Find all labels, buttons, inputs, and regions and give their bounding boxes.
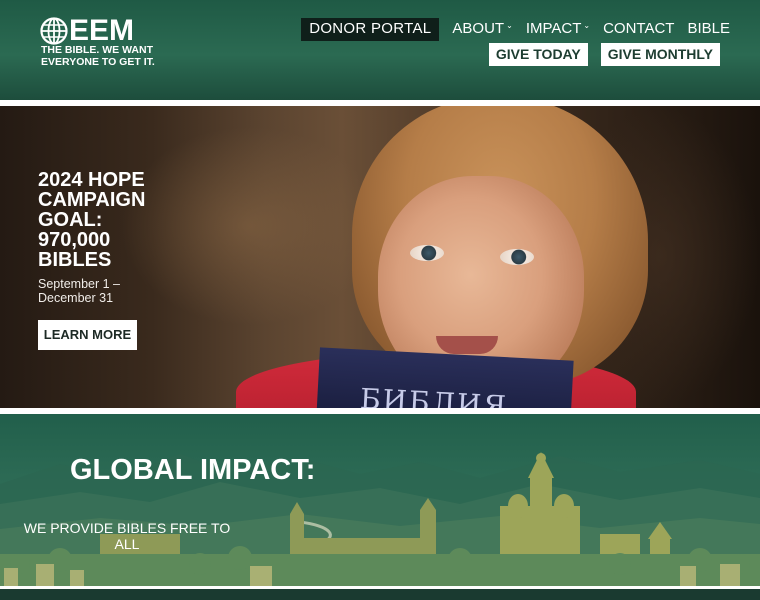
chevron-down-icon: ⌄ [583,21,591,30]
eem-logo[interactable]: EEM The Bible. We want everyone to get i… [40,14,180,86]
impact-subtitle: WE PROVIDE BIBLES FREE TO ALL [23,520,231,552]
nav-donor-portal[interactable]: DONOR PORTAL [301,17,440,41]
impact-title: GLOBAL IMPACT: [70,454,316,486]
hero-child-eye-right [500,249,534,265]
global-impact-section: GLOBAL IMPACT: WE PROVIDE BIBLES FREE TO… [0,414,760,586]
give-today-button[interactable]: GIVE TODAY [488,43,588,66]
give-monthly-button[interactable]: GIVE MONTHLY [600,43,720,66]
nav-bible[interactable]: BIBLE [687,18,730,40]
site-header: EEM The Bible. We want everyone to get i… [0,0,760,100]
globe-icon [40,17,68,45]
cityscape-illustration [0,452,760,586]
logo-tagline: The Bible. We want everyone to get it. [41,44,155,68]
learn-more-button[interactable]: LEARN MORE [38,320,137,350]
nav-impact[interactable]: IMPACT ⌄ [526,18,590,40]
logo-wordmark: EEM [69,14,135,47]
hero-title: 2024 HOPE CAMPAIGN GOAL: 970,000 BIBLES [38,169,146,271]
give-buttons: GIVE TODAY GIVE MONTHLY [476,43,720,66]
nav-about-label: ABOUT [452,20,505,37]
nav-impact-label: IMPACT [525,20,582,37]
hero-child-mouth [436,336,498,354]
nav-donor-portal-label: DONOR PORTAL [309,20,432,37]
main-nav: DONOR PORTAL ABOUT ⌄ IMPACT ⌄ CONTACT BI… [301,17,730,41]
nav-contact[interactable]: CONTACT [603,18,674,40]
hero-content: 2024 HOPE CAMPAIGN GOAL: 970,000 BIBLES … [38,170,158,305]
hero-child-eye-left [410,245,444,261]
nav-contact-label: CONTACT [603,20,675,37]
hero-background [120,126,380,326]
hero-dates: September 1 – December 31 [38,277,120,305]
next-section-edge [0,589,760,600]
nav-about[interactable]: ABOUT ⌄ [452,18,512,40]
nav-bible-label: BIBLE [687,20,730,37]
chevron-down-icon: ⌄ [506,21,513,30]
